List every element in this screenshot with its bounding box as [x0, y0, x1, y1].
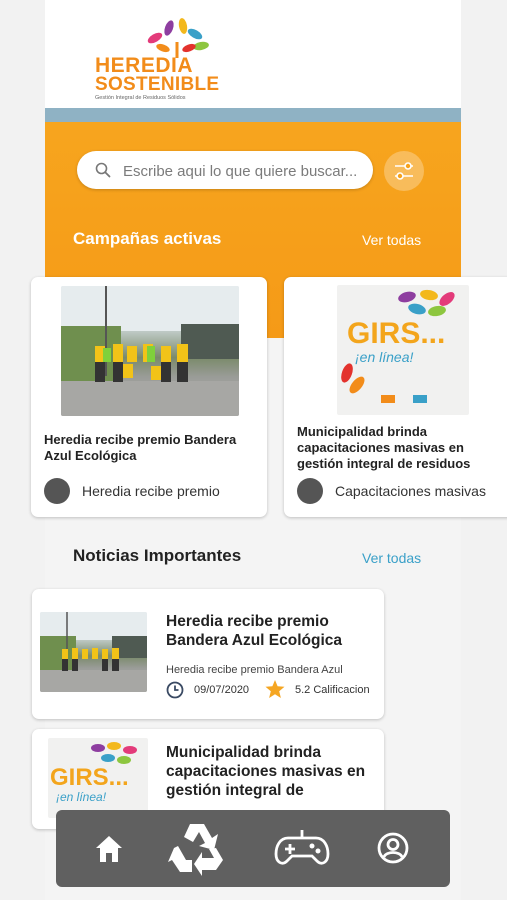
bottom-nav-bar	[56, 810, 450, 887]
campaign-card[interactable]: GIRS... ¡en línea! Municipalidad brinda …	[284, 277, 507, 517]
news-see-all-link[interactable]: Ver todas	[362, 550, 421, 566]
logo-tagline: Gestión Integral de Residuos Sólidos	[95, 95, 186, 101]
search-bar[interactable]	[77, 151, 373, 189]
search-icon	[95, 162, 111, 178]
campaign-card[interactable]: Heredia recibe premio Bandera Azul Ecoló…	[31, 277, 267, 517]
girs-logo-text: GIRS...	[50, 764, 129, 791]
heredia-sostenible-logo: HEREDIA SOSTENIBLE Gestión Integral de R…	[95, 18, 219, 104]
filter-sliders-icon	[395, 162, 413, 180]
filter-button[interactable]	[384, 151, 424, 191]
news-image-girs: GIRS... ¡en línea!	[48, 738, 148, 818]
news-card[interactable]: Heredia recibe premio Bandera Azul Ecoló…	[32, 589, 384, 719]
news-title: Noticias Importantes	[73, 546, 242, 565]
campaign-title: Heredia recibe premio Bandera Azul Ecoló…	[44, 432, 237, 463]
news-rating: 5.2 Calificacion	[295, 684, 370, 696]
campaign-title: Municipalidad brinda capacitaciones masi…	[297, 424, 471, 471]
star-icon	[265, 680, 285, 698]
campaign-footer-text: Capacitaciones masivas	[335, 483, 486, 499]
campaign-avatar	[297, 478, 323, 504]
news-date: 09/07/2020	[194, 684, 250, 696]
logo-line2: SOSTENIBLE	[95, 74, 220, 95]
girs-logo-text: GIRS...	[347, 317, 446, 350]
gamepad-icon[interactable]	[274, 828, 330, 868]
campaigns-title: Campañas activas	[73, 229, 222, 248]
girs-logo-subtext: ¡en línea!	[355, 349, 414, 365]
campaign-image-group-photo	[61, 286, 239, 416]
profile-icon[interactable]	[377, 832, 409, 864]
news-image-group-photo	[40, 612, 147, 692]
search-input[interactable]	[121, 159, 365, 183]
campaign-footer-text: Heredia recibe premio	[82, 483, 220, 499]
recycle-icon[interactable]	[166, 820, 228, 878]
divider-strip	[45, 108, 461, 122]
campaign-avatar	[44, 478, 70, 504]
campaigns-see-all-link[interactable]: Ver todas	[362, 232, 421, 248]
news-title: Municipalidad brinda capacitaciones masi…	[166, 744, 366, 799]
girs-logo-subtext: ¡en línea!	[56, 790, 107, 804]
news-subtitle: Heredia recibe premio Bandera Azul	[166, 664, 343, 676]
logo-leaves-icon	[147, 18, 209, 58]
campaign-image-girs: GIRS... ¡en línea!	[337, 285, 469, 415]
clock-icon	[166, 681, 184, 699]
news-title: Heredia recibe premio Bandera Azul Ecoló…	[166, 613, 342, 649]
home-icon[interactable]	[95, 834, 123, 864]
